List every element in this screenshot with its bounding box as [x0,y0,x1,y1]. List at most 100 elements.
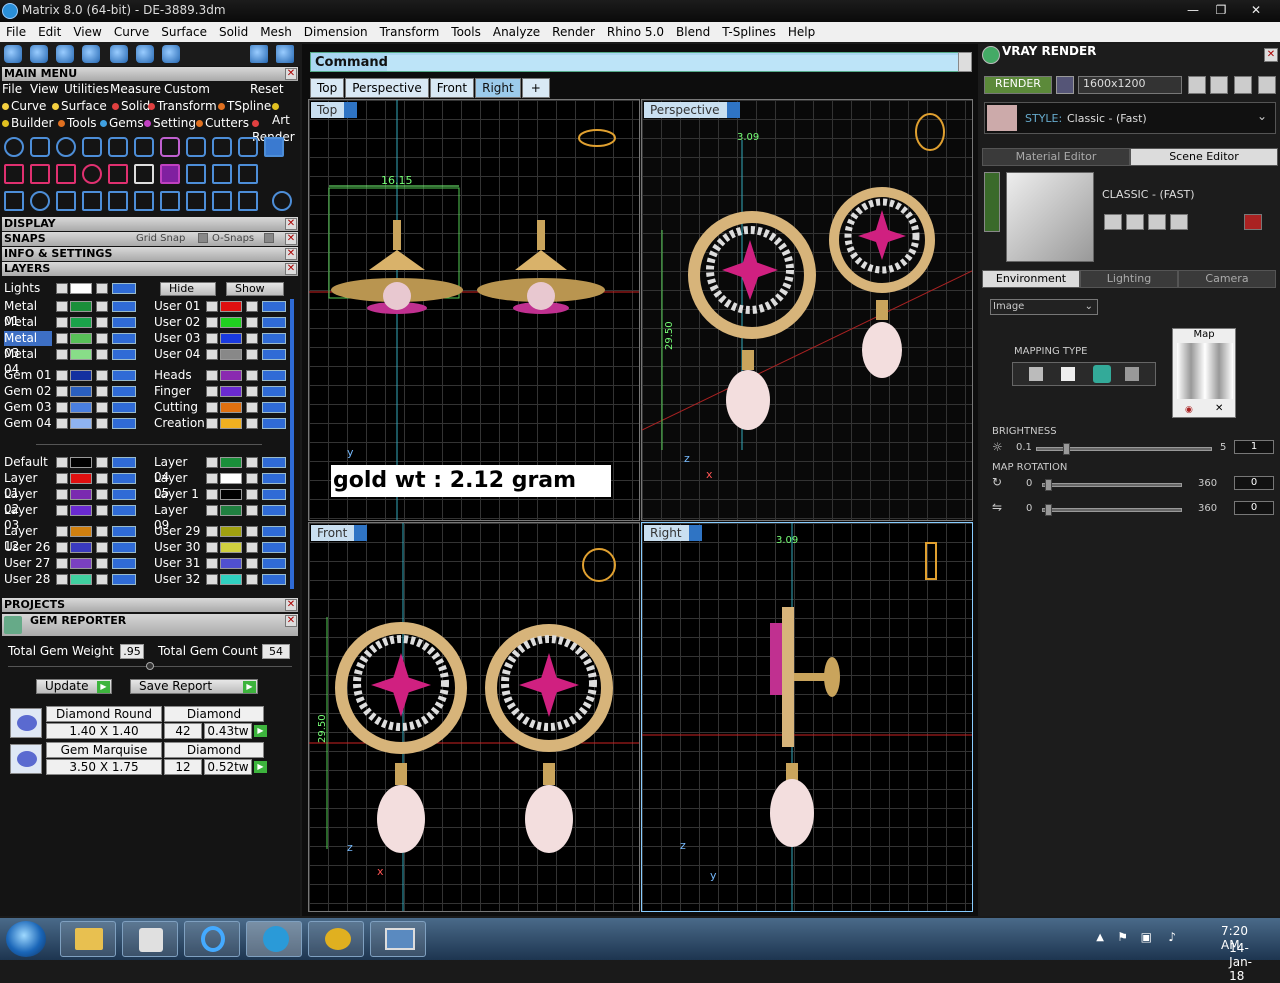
layer-name[interactable]: Heads [154,368,202,383]
layer-color[interactable] [70,349,92,360]
lock-icon[interactable] [96,402,108,413]
layer-name[interactable]: Gem 02 [4,384,52,399]
layer-visibility[interactable] [112,301,136,312]
layer-arrow-icon[interactable] [206,574,218,585]
tab-material-editor[interactable]: Material Editor [982,148,1130,166]
circle-big-icon[interactable] [272,191,292,211]
layer-arrow-icon[interactable] [206,386,218,397]
layer-color[interactable] [220,349,242,360]
layer-arrow-icon[interactable] [206,542,218,553]
scale-icon[interactable] [134,191,154,211]
clock-date[interactable]: 14-Jan-18 [1229,941,1252,983]
layer-color[interactable] [220,526,242,537]
brightness-slider[interactable] [1036,443,1212,455]
command-input[interactable] [387,55,963,71]
menu-view[interactable]: View [67,25,107,39]
close-icon[interactable]: ✕ [1215,403,1223,414]
tab-top[interactable]: Top [310,78,345,98]
layer-arrow-icon[interactable] [56,574,68,585]
splitter-handle[interactable] [146,662,154,670]
layer-row[interactable]: User 32 [154,572,294,587]
category-setting[interactable]: Setting [144,116,196,130]
layer-lights[interactable]: Lights [4,281,144,296]
info-settings-header[interactable]: INFO & SETTINGS ✕ [2,247,298,261]
layer-arrow-icon[interactable] [206,370,218,381]
gem-icon[interactable] [238,137,258,157]
layer-row[interactable]: User 31 [154,556,294,571]
layer-visibility[interactable] [262,349,286,360]
layer-visibility[interactable] [112,283,136,294]
layer-name[interactable]: User 30 [154,540,202,555]
rotation2-value[interactable]: 0 [1234,501,1274,515]
hide-button[interactable]: Hide [160,282,216,296]
gem-reporter-header[interactable]: GEM REPORTER ✕ [2,614,298,636]
rotation2-knob[interactable] [1045,504,1052,516]
layer-color[interactable] [220,402,242,413]
layer-name[interactable]: Gem 01 [4,368,52,383]
import-icon[interactable] [1170,214,1188,230]
layer-color[interactable] [220,574,242,585]
category-curve[interactable]: Curve [2,99,46,113]
layer-arrow-icon[interactable] [206,402,218,413]
layer-name[interactable]: User 03 [154,331,202,346]
cut-icon[interactable] [238,191,258,211]
layer-color[interactable] [220,301,242,312]
layer-name[interactable]: User 04 [154,347,202,362]
layer-arrow-icon[interactable] [56,402,68,413]
lock-icon[interactable] [96,505,108,516]
category-builder[interactable]: Builder [2,116,53,130]
rotation1-slider[interactable] [1042,479,1182,491]
split-icon[interactable] [186,191,206,211]
menu-curve[interactable]: Curve [108,25,155,39]
mapping-plane-icon[interactable] [1029,367,1043,381]
cubes-icon[interactable] [4,191,24,211]
lock-icon[interactable] [246,301,258,312]
category-solid[interactable]: Solid [112,99,150,113]
lock-icon[interactable] [246,418,258,429]
layer-row[interactable]: Metal 04 [4,347,144,376]
close-icon[interactable]: ✕ [285,599,297,611]
lock-icon[interactable] [96,489,108,500]
layer-arrow-icon[interactable] [56,418,68,429]
category-tspline[interactable]: TSpline [218,99,271,113]
layer-color[interactable] [220,473,242,484]
menu-tsplines[interactable]: T-Splines [716,25,782,39]
layer-color[interactable] [70,505,92,516]
taskbar-explorer[interactable] [60,921,116,957]
submenu-utilities[interactable]: Utilities [64,82,109,96]
menu-edit[interactable]: Edit [32,25,67,39]
fan-icon[interactable] [160,191,180,211]
lock-icon[interactable] [96,386,108,397]
layer-name[interactable]: Layer 01 [4,471,52,500]
rotation2-slider[interactable] [1042,504,1182,516]
projects-header[interactable]: PROJECTS ✕ [2,598,298,612]
taskbar-viewer[interactable] [370,921,426,957]
shield-icon[interactable] [186,137,206,157]
lock-icon[interactable] [96,349,108,360]
close-button[interactable]: ✕ [1236,1,1276,19]
menu-analyze[interactable]: Analyze [487,25,546,39]
tab-perspective[interactable]: Perspective [345,78,429,98]
layers-scrollbar[interactable] [290,299,294,589]
layer-visibility[interactable] [262,402,286,413]
layer-row[interactable]: Layer 05 [154,471,294,500]
paint-tool-icon[interactable] [110,45,128,63]
save-report-button[interactable]: Save Report ▶ [130,679,258,694]
menu-help[interactable]: Help [782,25,821,39]
layer-color[interactable] [220,505,242,516]
layer-row[interactable]: Default [4,455,144,470]
lock-icon[interactable] [246,386,258,397]
layer-row[interactable]: Metal 01 [4,299,144,328]
layer-visibility[interactable] [112,473,136,484]
layer-color[interactable] [220,370,242,381]
bars-icon[interactable] [82,191,102,211]
mapping-cube-icon[interactable] [1061,367,1075,381]
rotation1-value[interactable]: 0 [1234,476,1274,490]
layer-color[interactable] [70,301,92,312]
layer-row[interactable]: User 30 [154,540,294,555]
cross-icon[interactable] [30,164,50,184]
layer-arrow-icon[interactable] [56,386,68,397]
layer-row[interactable]: Layer 12 [4,524,144,553]
menu-surface[interactable]: Surface [155,25,213,39]
lock-icon[interactable] [96,418,108,429]
